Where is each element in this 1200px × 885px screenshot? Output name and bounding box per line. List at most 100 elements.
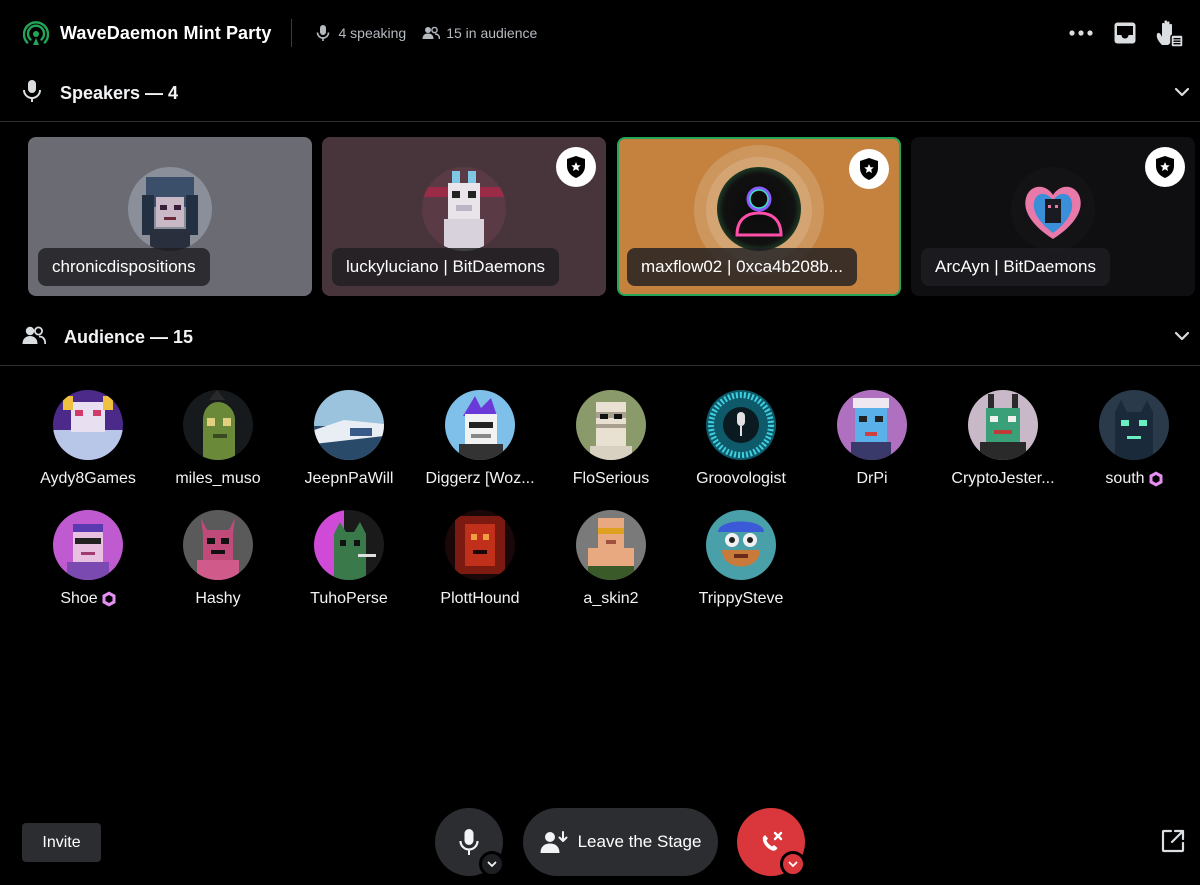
moderator-badge: [849, 149, 889, 189]
stage-meta: 4 speaking 15 in audience: [314, 24, 553, 42]
member-name: a_skin2: [583, 590, 639, 607]
member-avatar: [1099, 390, 1169, 460]
speakers-section-header[interactable]: Speakers — 4: [0, 66, 1200, 122]
people-icon: [422, 24, 441, 42]
member-name: CryptoJester...: [951, 470, 1055, 487]
speaker-name: chronicdispositions: [38, 248, 210, 286]
speaker-avatar: [422, 167, 506, 251]
speaker-avatar: [1011, 167, 1095, 251]
people-icon: [22, 325, 47, 350]
inbox-icon: [1114, 22, 1136, 44]
member-avatar: [314, 390, 384, 460]
member-name: Diggerz [Woz...: [425, 470, 535, 487]
member-name: Shoe: [23, 590, 153, 608]
invite-button[interactable]: Invite: [22, 823, 101, 862]
stage-header: WaveDaemon Mint Party 4 speaking 15 in a…: [0, 0, 1200, 66]
audience-section-header[interactable]: Audience — 15: [0, 310, 1200, 366]
member-avatar: [445, 390, 515, 460]
inbox-button[interactable]: [1106, 14, 1144, 52]
member-avatar: [314, 510, 384, 580]
more-options-button[interactable]: [1062, 14, 1100, 52]
member-avatar: [183, 510, 253, 580]
audience-member[interactable]: DrPi: [807, 390, 937, 488]
audience-member[interactable]: Shoe: [23, 510, 153, 608]
shield-icon: [567, 156, 585, 178]
speaker-card[interactable]: ArcAyn | BitDaemons: [911, 137, 1195, 296]
audience-count-label: 15 in audience: [446, 25, 538, 41]
audience-member[interactable]: Diggerz [Woz...: [415, 390, 545, 488]
member-avatar: [53, 390, 123, 460]
member-name: PlottHound: [440, 590, 520, 607]
chevron-down-icon[interactable]: [1172, 326, 1192, 346]
member-name: JeepnPaWill: [304, 470, 394, 487]
speaking-count-label: 4 speaking: [338, 25, 407, 41]
audience-member[interactable]: FloSerious: [546, 390, 676, 488]
member-name: TuhoPerse: [310, 590, 388, 607]
audience-member[interactable]: miles_muso: [153, 390, 283, 488]
more-icon: [1069, 30, 1093, 36]
move-to-audience-icon: [540, 830, 568, 854]
audience-member[interactable]: TrippySteve: [676, 510, 806, 608]
audience-member[interactable]: TuhoPerse: [284, 510, 414, 608]
nitro-badge-icon: [1149, 471, 1163, 487]
shield-icon: [1156, 156, 1174, 178]
member-avatar: [706, 390, 776, 460]
member-avatar: [968, 390, 1038, 460]
member-name: Hashy: [195, 590, 241, 607]
speaker-avatar: [717, 167, 801, 251]
audience-member[interactable]: Hashy: [153, 510, 283, 608]
disconnect-options-button[interactable]: [780, 851, 806, 877]
stage-channel-icon: [22, 19, 50, 47]
nitro-badge-icon: [102, 591, 116, 607]
audience-section-title: Audience — 15: [64, 327, 194, 347]
member-name: Groovologist: [696, 470, 786, 487]
chevron-down-icon: [788, 861, 798, 867]
audience-member[interactable]: JeepnPaWill: [284, 390, 414, 488]
audience-member[interactable]: a_skin2: [546, 510, 676, 608]
speaker-card[interactable]: chronicdispositions: [28, 137, 312, 296]
member-name: FloSerious: [572, 470, 650, 487]
speaker-avatar: [128, 167, 212, 251]
speaker-card-speaking[interactable]: maxflow02 | 0xca4b208b...: [617, 137, 901, 296]
chevron-down-icon[interactable]: [1172, 82, 1192, 102]
moderator-badge: [556, 147, 596, 187]
audience-member[interactable]: Groovologist: [676, 390, 806, 488]
header-divider: [291, 19, 293, 47]
member-name: south: [1069, 470, 1199, 488]
stage-title: WaveDaemon Mint Party: [60, 22, 272, 43]
audience-member[interactable]: CryptoJester...: [938, 390, 1068, 488]
member-avatar: [576, 510, 646, 580]
microphone-icon: [22, 80, 42, 107]
member-avatar: [706, 510, 776, 580]
member-name: DrPi: [856, 470, 888, 487]
leave-stage-button[interactable]: Leave the Stage: [523, 808, 718, 876]
microphone-options-button[interactable]: [479, 851, 505, 877]
audience-member[interactable]: Aydy8Games: [23, 390, 153, 488]
hang-up-icon: [762, 831, 783, 851]
member-avatar: [445, 510, 515, 580]
moderator-badge: [1145, 147, 1185, 187]
member-name: TrippySteve: [698, 590, 784, 607]
member-avatar: [576, 390, 646, 460]
member-name: miles_muso: [175, 470, 261, 487]
pop-out-button[interactable]: [1160, 828, 1188, 856]
audience-member[interactable]: PlottHound: [415, 510, 545, 608]
member-avatar: [53, 510, 123, 580]
raise-hand-icon: [1156, 20, 1184, 48]
member-avatar: [837, 390, 907, 460]
raise-hand-button[interactable]: [1150, 14, 1188, 52]
speakers-section-title: Speakers — 4: [60, 83, 179, 103]
speaker-name: ArcAyn | BitDaemons: [921, 248, 1110, 286]
shield-icon: [860, 158, 878, 180]
microphone-icon: [314, 24, 332, 42]
member-avatar: [183, 390, 253, 460]
leave-stage-label: Leave the Stage: [577, 832, 702, 851]
speaker-name: luckyluciano | BitDaemons: [332, 248, 560, 286]
pop-out-icon: [1161, 829, 1185, 853]
audience-member[interactable]: south: [1069, 390, 1199, 488]
chevron-down-icon: [487, 861, 497, 867]
audience-count: 15 in audience: [422, 24, 537, 42]
speaking-count: 4 speaking: [314, 24, 406, 42]
microphone-icon: [459, 829, 479, 855]
speaker-card[interactable]: luckyluciano | BitDaemons: [322, 137, 606, 296]
